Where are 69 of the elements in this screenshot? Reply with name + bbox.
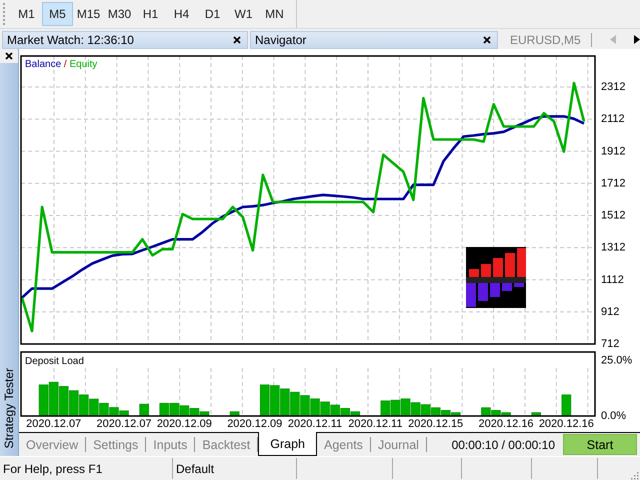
timeframe-button[interactable]: W1 [228, 2, 259, 26]
axis-label: 2020.12.07 [96, 418, 152, 430]
close-icon[interactable] [233, 36, 241, 44]
right-arrow-icon[interactable] [634, 35, 640, 44]
deposit-bar [68, 390, 79, 416]
timeframe-button[interactable]: M5 [42, 2, 73, 26]
chart-title: Deposit Load [25, 356, 84, 367]
deposit-bar [390, 400, 400, 416]
deposit-bar [170, 402, 180, 416]
axis-label: 2020.12.11 [348, 418, 402, 430]
deposit-bar [89, 398, 99, 416]
elapsed-time: 00:00:10 / 00:00:10 [452, 438, 555, 452]
axis-label: 1912 [601, 145, 626, 158]
timeframe-button[interactable]: M1 [11, 2, 42, 26]
deposit-bar [139, 404, 149, 416]
axis-label: 2312 [601, 81, 626, 93]
axis-label: 25.0% [601, 354, 632, 367]
close-icon[interactable] [483, 36, 491, 44]
axis-label: 2020.12.15 [408, 418, 464, 430]
deposit-bar [180, 405, 190, 416]
axis-label: 2020.12.09 [156, 418, 212, 430]
axis-label: 2020.12.11 [288, 418, 342, 430]
resize-grip-icon[interactable] [630, 471, 639, 480]
deposit-bar [270, 385, 280, 416]
axis-label: 1512 [601, 210, 626, 222]
deposit-bar [159, 402, 170, 416]
deposit-bar [260, 384, 270, 416]
tab[interactable]: Graph [258, 432, 318, 456]
close-icon[interactable] [5, 52, 13, 60]
deposit-bar [531, 412, 541, 416]
status-text: For Help, press F1 [0, 458, 173, 479]
panel-title: Strategy Tester [2, 368, 16, 448]
deposit-bar [58, 386, 69, 416]
timeframe-button[interactable]: H1 [135, 2, 166, 26]
axis-label: 1712 [601, 177, 626, 190]
axis-label: 0.0% [601, 410, 626, 422]
deposit-bar [48, 382, 58, 416]
axis-label: 1312 [601, 242, 626, 254]
deposit-bar [310, 398, 320, 416]
deposit-bar [79, 394, 89, 416]
deposit-bar [38, 384, 48, 416]
deposit-bar [280, 388, 290, 416]
deposit-bar [400, 398, 410, 416]
panel-title: Market Watch: 12:36:10 [7, 32, 134, 46]
axis-label: 712 [601, 338, 620, 350]
start-button[interactable]: Start [563, 434, 637, 455]
timeframe-button[interactable]: M15 [73, 2, 104, 26]
axis-label: 2020.12.16 [478, 418, 534, 430]
chart-legend: Balance / Equity [25, 59, 98, 70]
status-text: Default [173, 458, 297, 479]
deposit-bar [290, 392, 300, 416]
axis-label: 2112 [601, 113, 625, 126]
axis-label: 2020.12.09 [227, 418, 282, 430]
deposit-bar [230, 411, 240, 416]
axis-label: 912 [601, 306, 620, 318]
deposit-bar [420, 404, 430, 416]
deposit-bar [380, 400, 390, 416]
panel-title: Navigator [255, 32, 306, 46]
deposit-bar [300, 395, 310, 416]
axis-label: 2020.12.16 [538, 418, 594, 430]
axis-label: 1112 [601, 274, 624, 286]
timeframe-button[interactable]: H4 [166, 2, 197, 26]
timeframe-button[interactable]: MN [259, 2, 290, 26]
deposit-bar [320, 402, 330, 416]
deposit-bar [410, 402, 420, 416]
axis-label: 2020.12.07 [26, 418, 82, 430]
timeframe-button[interactable]: D1 [197, 2, 228, 26]
timeframe-button[interactable]: M30 [104, 2, 135, 26]
deposit-bar [562, 394, 572, 416]
